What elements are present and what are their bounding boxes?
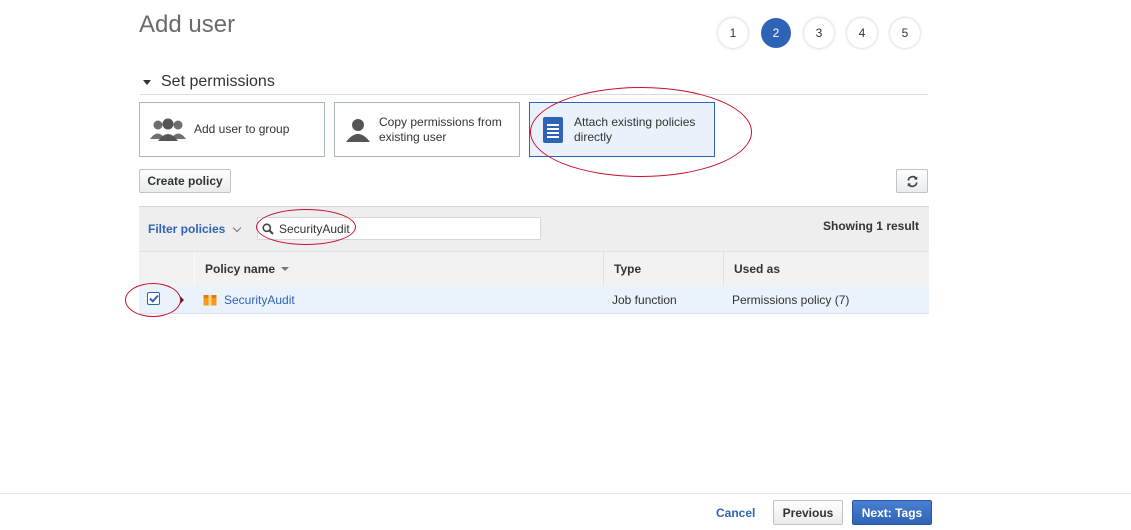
policy-search-input[interactable] — [277, 220, 531, 237]
document-icon — [540, 116, 566, 144]
sort-caret-icon — [281, 267, 290, 271]
cancel-link[interactable]: Cancel — [716, 506, 755, 520]
column-header-policy-name[interactable]: Policy name — [195, 252, 603, 286]
set-permissions-header[interactable]: Set permissions — [140, 70, 928, 95]
step-1[interactable]: 1 — [718, 18, 748, 48]
result-count: Showing 1 result — [822, 219, 919, 233]
policies-table: Filter policies Showing 1 result Policy … — [139, 206, 929, 314]
row-checkbox[interactable] — [147, 292, 160, 305]
wizard-footer: Cancel — [0, 493, 1131, 530]
user-icon — [345, 117, 371, 143]
collapse-caret-icon — [143, 79, 151, 85]
refresh-button[interactable] — [896, 169, 928, 193]
create-policy-button[interactable]: Create policy — [139, 169, 231, 193]
table-header: Policy name Type Used as — [139, 251, 929, 286]
row-select-cell — [139, 286, 194, 313]
wizard-steps: 1 2 3 4 5 — [718, 18, 920, 48]
search-icon — [262, 222, 274, 235]
next-tags-button[interactable]: Next: Tags — [852, 500, 932, 525]
filter-bar: Filter policies Showing 1 result — [139, 206, 929, 251]
add-user-to-group-option[interactable]: Add user to group — [139, 102, 325, 157]
add-user-to-group-label: Add user to group — [194, 122, 290, 136]
checkmark-icon — [148, 294, 159, 303]
filter-policies-dropdown[interactable]: Filter policies — [148, 222, 242, 236]
copy-permissions-label: Copy permissions from existing user — [379, 114, 502, 144]
table-row[interactable]: SecurityAudit Job function Permissions p… — [139, 286, 929, 314]
step-2-current[interactable]: 2 — [761, 18, 791, 48]
policy-name-link[interactable]: SecurityAudit — [224, 293, 295, 307]
policy-name-cell[interactable]: SecurityAudit — [194, 293, 602, 307]
policy-package-icon — [203, 294, 217, 306]
expand-row-icon[interactable] — [180, 296, 184, 304]
column-header-type[interactable]: Type — [603, 252, 723, 286]
attach-policies-label: Attach existing policies directly — [574, 114, 696, 144]
step-3[interactable]: 3 — [804, 18, 834, 48]
chevron-down-icon — [233, 223, 242, 232]
policy-type-cell: Job function — [612, 292, 677, 307]
permission-options: Add user to group Copy permissions from … — [139, 102, 715, 157]
section-title: Set permissions — [161, 73, 275, 90]
previous-button[interactable]: Previous — [773, 500, 843, 525]
attach-policies-option[interactable]: Attach existing policies directly — [529, 102, 715, 157]
filter-policies-label: Filter policies — [148, 222, 226, 236]
policy-used-as-cell: Permissions policy (7) — [732, 292, 850, 307]
step-4[interactable]: 4 — [847, 18, 877, 48]
copy-permissions-option[interactable]: Copy permissions from existing user — [334, 102, 520, 157]
header-select-column — [139, 252, 195, 286]
add-user-page: Add user 1 2 3 4 5 Set permissions Add u… — [0, 0, 1131, 530]
users-group-icon — [150, 117, 186, 143]
column-header-used-as[interactable]: Used as — [723, 252, 929, 286]
policy-search-box[interactable] — [257, 217, 541, 240]
refresh-icon — [906, 175, 919, 188]
step-5[interactable]: 5 — [890, 18, 920, 48]
policy-name-header-label: Policy name — [205, 262, 276, 276]
page-title: Add user — [139, 11, 236, 38]
